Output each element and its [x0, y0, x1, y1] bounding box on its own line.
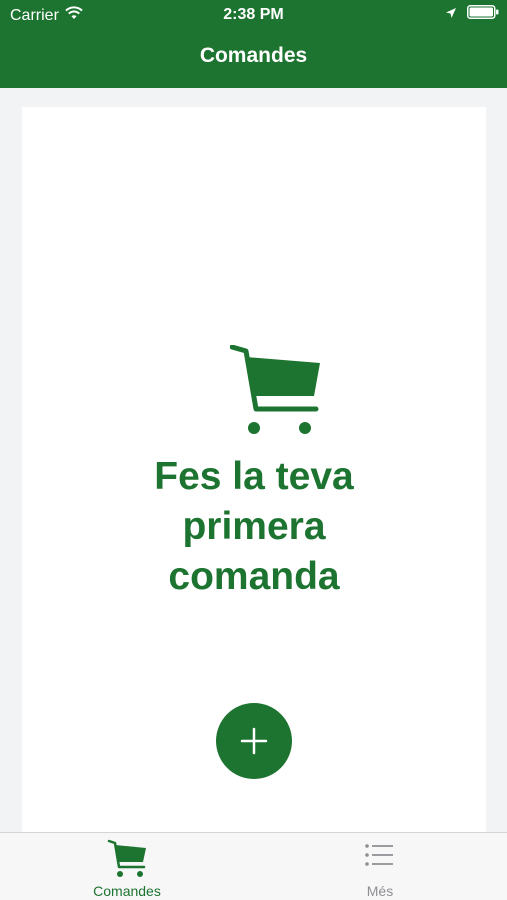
- empty-state-line: Fes la teva: [154, 455, 354, 498]
- screen: Carrier 2:38 PM Comandes Fes la teva pri…: [0, 0, 507, 900]
- status-time: 2:38 PM: [223, 6, 284, 23]
- tab-more[interactable]: Més: [253, 833, 507, 900]
- empty-state-message: Fes la teva primera comanda: [22, 452, 486, 602]
- empty-state-line: primera: [182, 505, 326, 548]
- tab-orders-label: Comandes: [93, 883, 161, 899]
- location-arrow-icon: [445, 6, 457, 24]
- list-icon: [363, 839, 395, 876]
- tab-orders[interactable]: Comandes: [0, 833, 254, 900]
- page-title: Comandes: [199, 44, 308, 67]
- tab-more-label: Més: [366, 883, 394, 899]
- battery-icon: [467, 5, 499, 24]
- top-bar: Carrier 2:38 PM Comandes: [0, 0, 507, 88]
- plus-icon: [240, 727, 268, 755]
- status-right: [445, 5, 499, 24]
- tab-bar: Comandes Més: [0, 832, 507, 900]
- add-order-button[interactable]: [216, 703, 292, 779]
- status-bar: Carrier 2:38 PM: [0, 0, 507, 30]
- shopping-cart-icon: [229, 344, 322, 437]
- empty-state-line: comanda: [168, 555, 340, 598]
- empty-state-card: Fes la teva primera comanda: [22, 107, 486, 832]
- shopping-cart-icon: [107, 839, 147, 884]
